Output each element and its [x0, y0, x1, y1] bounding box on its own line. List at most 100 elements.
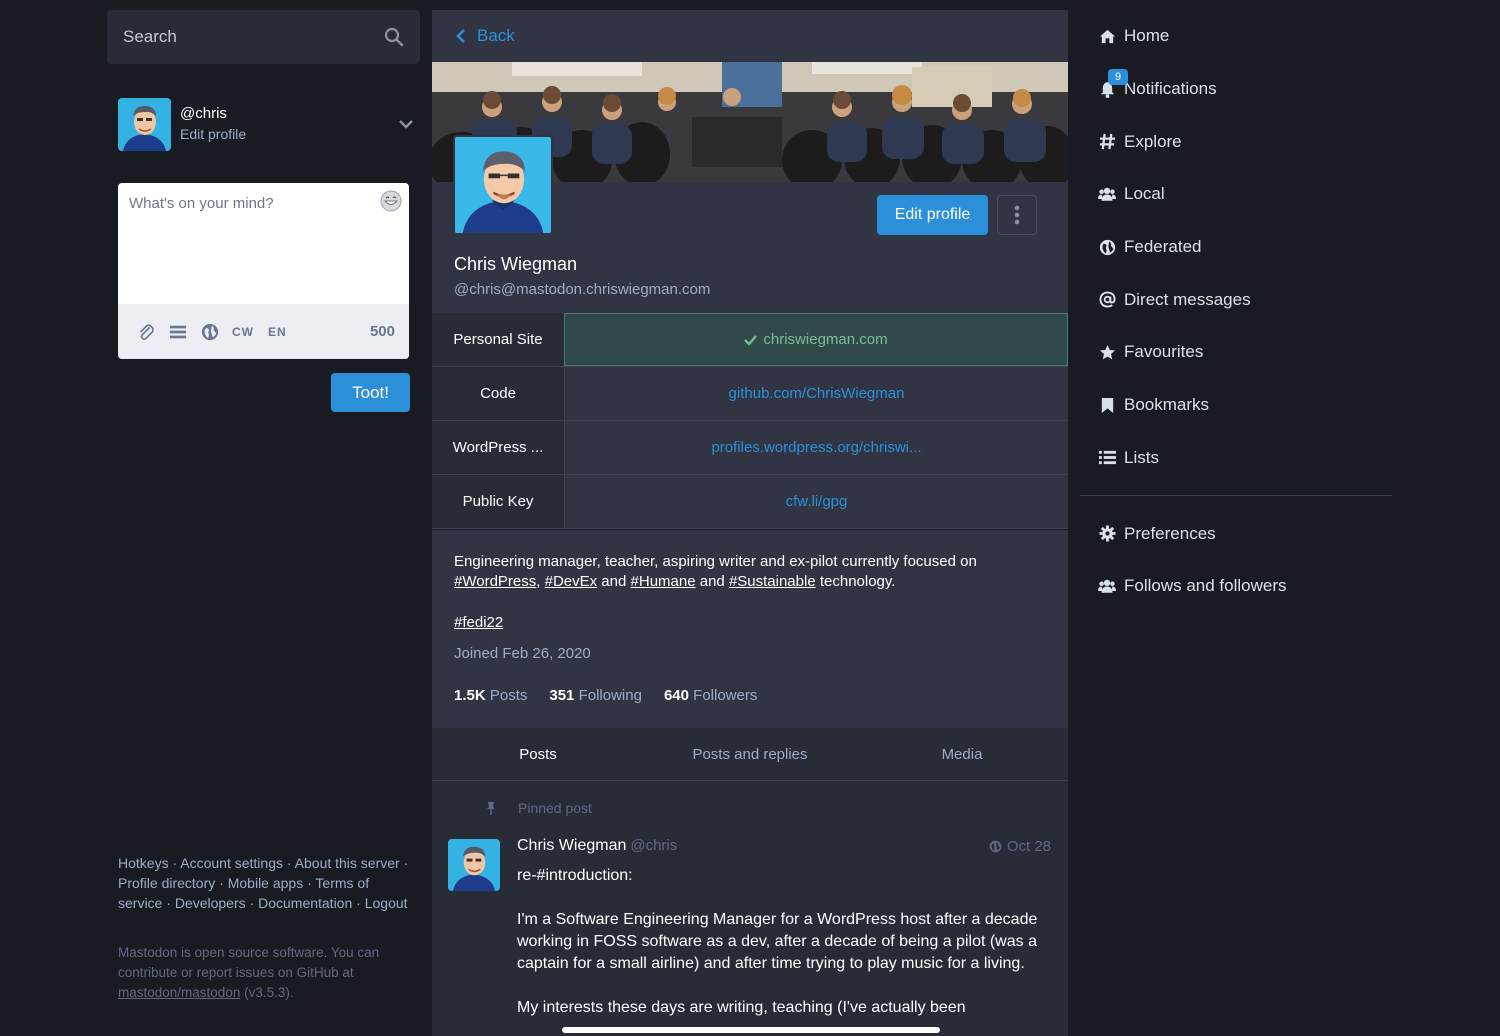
nav-lists[interactable]: Lists: [1080, 432, 1392, 485]
posts-stat[interactable]: 1.5K Posts: [454, 687, 527, 704]
status-paragraph: re-#introduction:: [517, 867, 633, 884]
search-placeholder: Search: [123, 27, 177, 46]
scroll-indicator: [562, 1027, 940, 1033]
logout-link[interactable]: Logout: [365, 895, 408, 911]
nav-direct-messages[interactable]: Direct messages: [1080, 273, 1392, 326]
hashtag-link[interactable]: #DevEx: [545, 573, 598, 590]
tab-posts[interactable]: Posts: [432, 728, 644, 780]
compose-form: What's on your mind? CW EN 500: [118, 183, 409, 359]
hashtag-link[interactable]: #fedi22: [454, 614, 503, 631]
paperclip-icon[interactable]: [136, 322, 156, 342]
account-settings-link[interactable]: Account settings: [180, 855, 283, 871]
compose-textarea[interactable]: What's on your mind?: [118, 183, 409, 304]
hashtag-link[interactable]: #Sustainable: [729, 573, 816, 590]
hashtag-link[interactable]: #Humane: [631, 573, 696, 590]
edit-profile-link[interactable]: Edit profile: [180, 124, 396, 145]
nav-local[interactable]: Local: [1080, 168, 1392, 221]
hashtag-link[interactable]: #WordPress: [454, 573, 536, 590]
nav-label: Bookmarks: [1124, 395, 1210, 415]
search-icon[interactable]: [384, 27, 404, 47]
profile-fields: Personal Site chriswiegman.com Code gith…: [432, 313, 1068, 529]
field-value: github.com/ChrisWiegman: [564, 367, 1068, 420]
field-value-verified[interactable]: chriswiegman.com: [564, 313, 1068, 366]
toot-button[interactable]: Toot!: [331, 373, 410, 412]
hashtag-icon: [1098, 133, 1116, 151]
gear-icon: [1098, 525, 1116, 543]
profile-acct: @chris@mastodon.chriswiegman.com: [454, 281, 711, 298]
profile-tabs: Posts Posts and replies Media: [432, 728, 1068, 781]
tab-media[interactable]: Media: [856, 728, 1068, 780]
field-link[interactable]: profiles.wordpress.org/chriswi...: [711, 439, 921, 456]
content-warning-button[interactable]: CW: [232, 325, 254, 339]
profile-stats: 1.5K Posts 351 Following 640 Followers: [454, 687, 757, 704]
nav-preferences[interactable]: Preferences: [1080, 507, 1392, 560]
documentation-link[interactable]: Documentation: [258, 895, 352, 911]
nav-favourites[interactable]: Favourites: [1080, 326, 1392, 379]
more-options-button[interactable]: [997, 195, 1037, 235]
at-sign-icon: [1098, 291, 1116, 309]
mobile-apps-link[interactable]: Mobile apps: [228, 875, 304, 891]
nav-bookmarks[interactable]: Bookmarks: [1080, 379, 1392, 432]
profile-bio: Engineering manager, teacher, aspiring w…: [432, 530, 1068, 728]
bio-line: Engineering manager, teacher, aspiring w…: [454, 553, 977, 570]
bio-sep: and: [695, 573, 729, 590]
language-button[interactable]: EN: [268, 325, 287, 339]
profile-field-row: Public Key cfw.li/gpg: [432, 475, 1068, 529]
pinned-status[interactable]: Pinned post Chris Wiegman @chris Oct 28 …: [432, 781, 1068, 1036]
github-link[interactable]: mastodon/mastodon: [118, 985, 240, 1000]
profile-display-name: Chris Wiegman: [454, 254, 578, 274]
left-column: Search @chris Edit profile What's on you…: [107, 10, 420, 1036]
search-input[interactable]: Search: [107, 10, 420, 64]
emoji-picker-icon[interactable]: [379, 189, 403, 213]
avatar[interactable]: [118, 97, 171, 151]
list-icon: [1098, 449, 1116, 467]
profile-field-row: Code github.com/ChrisWiegman: [432, 367, 1068, 421]
profile-directory-link[interactable]: Profile directory: [118, 875, 215, 891]
about-server-link[interactable]: About this server: [295, 855, 400, 871]
status-handle: @chris: [630, 837, 678, 854]
users-icon: [1098, 577, 1116, 595]
field-link[interactable]: cfw.li/gpg: [786, 493, 848, 510]
chevron-down-icon[interactable]: [396, 114, 416, 134]
nav-label: Favourites: [1124, 342, 1204, 362]
character-counter: 500: [369, 323, 395, 340]
nav-label: Home: [1124, 26, 1170, 46]
nav-notifications[interactable]: 9 Notifications: [1080, 63, 1392, 116]
following-stat[interactable]: 351 Following: [549, 687, 642, 704]
status-paragraph: My interests these days are writing, tea…: [517, 999, 966, 1016]
field-value: cfw.li/gpg: [564, 475, 1068, 528]
poll-icon[interactable]: [168, 322, 188, 342]
account-handle[interactable]: @chris: [180, 103, 396, 124]
nav-home[interactable]: Home: [1080, 10, 1392, 63]
developers-link[interactable]: Developers: [175, 895, 246, 911]
profile-avatar[interactable]: [453, 135, 553, 235]
status-date[interactable]: Oct 28: [989, 838, 1051, 855]
back-label: Back: [477, 26, 515, 45]
status-avatar[interactable]: [448, 839, 500, 891]
nav-label: Direct messages: [1124, 289, 1251, 309]
nav-federated[interactable]: Federated: [1080, 221, 1392, 274]
pinned-text: Pinned post: [518, 800, 592, 816]
field-name: Public Key: [432, 475, 564, 528]
navigation-panel: Home 9 Notifications Explore Local Feder…: [1080, 10, 1392, 613]
nav-label: Local: [1124, 184, 1165, 204]
profile-field-row: WordPress ... profiles.wordpress.org/chr…: [432, 421, 1068, 475]
footer-links: Hotkeys · Account settings · About this …: [118, 855, 409, 911]
back-button[interactable]: Back: [432, 10, 1068, 62]
nav-follows-and-followers[interactable]: Follows and followers: [1080, 560, 1392, 613]
tab-posts-and-replies[interactable]: Posts and replies: [644, 728, 856, 780]
field-name: Personal Site: [432, 313, 564, 366]
chevron-left-icon: [454, 28, 468, 44]
globe-icon[interactable]: [200, 322, 220, 342]
field-link[interactable]: github.com/ChrisWiegman: [729, 385, 905, 402]
followers-stat[interactable]: 640 Followers: [664, 687, 757, 704]
edit-profile-button[interactable]: Edit profile: [877, 195, 988, 235]
status-author[interactable]: Chris Wiegman @chris: [517, 837, 677, 855]
nav-explore[interactable]: Explore: [1080, 115, 1392, 168]
nav-label: Lists: [1124, 447, 1159, 467]
hotkeys-link[interactable]: Hotkeys: [118, 855, 169, 871]
field-name: WordPress ...: [432, 421, 564, 474]
nav-label: Explore: [1124, 131, 1182, 151]
field-link[interactable]: chriswiegman.com: [763, 331, 887, 348]
home-icon: [1098, 27, 1116, 45]
